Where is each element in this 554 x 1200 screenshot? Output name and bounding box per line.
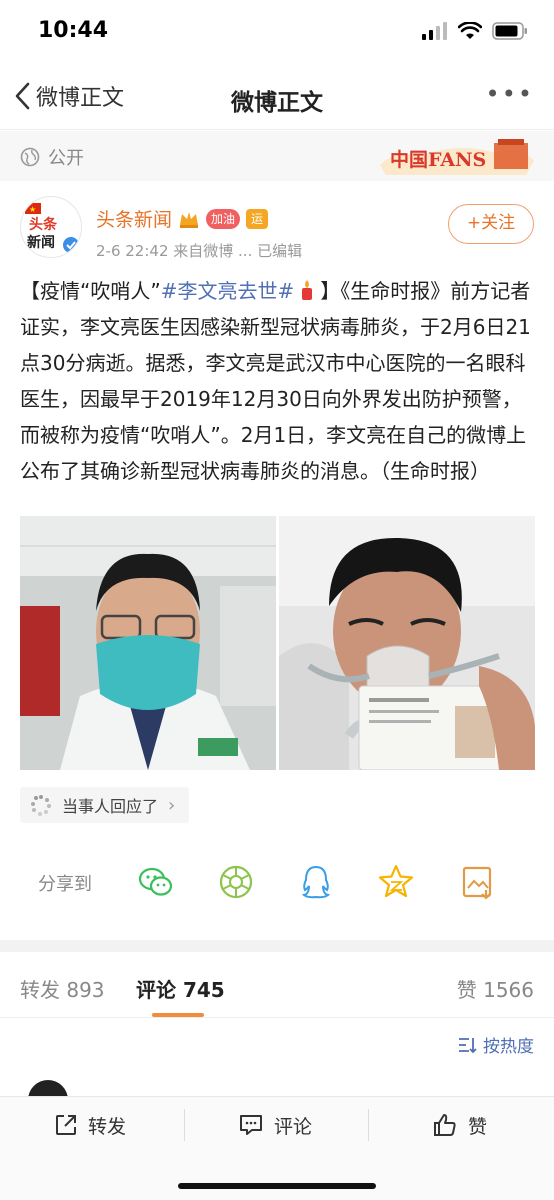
sort-label: 按热度 xyxy=(483,1037,534,1057)
china-fans-banner[interactable]: 中国FANS xyxy=(376,135,536,177)
tab-comment[interactable]: 评论 745 xyxy=(136,974,225,1003)
share-row: 分享到 xyxy=(0,858,554,908)
post-header: ★ 头条 新闻 头条新闻 加油 运 2-6 22:42 来自微博 ... 已编辑… xyxy=(0,190,554,270)
active-tab-indicator xyxy=(152,1013,204,1017)
avatar-text-bottom: 新闻 xyxy=(27,234,55,251)
hashtag-link[interactable]: #李文亮去世# xyxy=(161,279,295,303)
author-info: 头条新闻 加油 运 xyxy=(96,205,269,232)
repost-icon xyxy=(56,1115,76,1135)
wechat-icon[interactable] xyxy=(136,862,176,902)
avatar-logo: ★ 头条 新闻 xyxy=(25,203,79,253)
interaction-tabs: 转发 893 评论 745 赞 1566 xyxy=(0,952,554,1018)
author-name[interactable]: 头条新闻 xyxy=(96,205,172,232)
visibility-indicator: 公开 xyxy=(20,144,84,170)
fan-badge: 加油 xyxy=(206,208,241,229)
sort-toggle[interactable]: 按热度 xyxy=(457,1032,534,1057)
follow-button[interactable]: +关注 xyxy=(448,204,534,244)
page-title: 微博正文 xyxy=(231,90,323,116)
section-divider xyxy=(0,940,554,952)
doctor-masked-photo xyxy=(20,516,276,770)
cellular-signal-icon xyxy=(422,22,447,40)
post-text-part1: 【疫情“吹哨人” xyxy=(20,279,161,303)
toolbar-divider xyxy=(184,1109,185,1141)
post-photo-2[interactable] xyxy=(279,516,535,770)
battery-icon xyxy=(492,22,527,40)
visibility-row: 公开 中国FANS xyxy=(0,131,554,181)
home-indicator[interactable] xyxy=(178,1183,376,1189)
tab-like-count: 1566 xyxy=(483,978,534,1002)
loading-dots-icon xyxy=(31,795,51,816)
qq-icon[interactable] xyxy=(296,862,336,902)
wifi-icon xyxy=(458,22,482,39)
comment-label: 评论 xyxy=(274,1115,313,1138)
tab-comment-count: 745 xyxy=(182,978,225,1002)
navigation-bar: 微博正文 微博正文 ••• xyxy=(0,66,554,130)
status-icons xyxy=(422,22,528,40)
tab-repost-count: 893 xyxy=(66,978,105,1002)
share-label: 分享到 xyxy=(38,874,92,895)
more-button[interactable]: ••• xyxy=(486,80,534,108)
like-label: 赞 xyxy=(468,1115,488,1138)
visibility-label: 公开 xyxy=(48,148,84,169)
toolbar-divider xyxy=(368,1109,369,1141)
comment-icon xyxy=(240,1115,262,1135)
repost-label: 转发 xyxy=(88,1115,127,1138)
svg-text:★: ★ xyxy=(29,205,36,214)
like-button[interactable]: 赞 xyxy=(432,1105,487,1145)
tab-like-label: 赞 xyxy=(456,978,477,1002)
qzone-icon[interactable] xyxy=(376,862,416,902)
banner-text: 中国FANS xyxy=(390,148,486,171)
comment-button[interactable]: 评论 xyxy=(238,1105,312,1145)
status-bar: 10:44 xyxy=(0,0,554,66)
tab-repost-label: 转发 xyxy=(20,978,60,1002)
moments-icon[interactable] xyxy=(216,862,256,902)
candle-emoji-icon xyxy=(302,280,313,300)
vip-crown-icon xyxy=(180,211,199,228)
chevron-right-icon: › xyxy=(168,794,176,816)
avatar-text-top: 头条 xyxy=(29,216,58,233)
sort-icon xyxy=(459,1037,477,1053)
tab-repost[interactable]: 转发 893 xyxy=(20,974,105,1003)
globe-icon xyxy=(20,147,40,167)
save-image-icon[interactable] xyxy=(458,862,498,902)
status-time: 10:44 xyxy=(38,18,109,43)
post-text-part2: 】《生命时报》前方记者证实，李文亮医生因感染新型冠状病毒肺炎，于2月6日21点3… xyxy=(20,279,531,483)
tab-comment-label: 评论 xyxy=(136,978,176,1002)
thumbs-up-icon xyxy=(434,1114,456,1136)
post-meta: 2-6 22:42 来自微博 ... 已编辑 xyxy=(96,242,303,260)
hospital-bed-photo xyxy=(279,516,535,770)
post-photo-1[interactable] xyxy=(20,516,276,770)
related-topic-label: 当事人回应了 xyxy=(62,797,159,816)
repost-button[interactable]: 转发 xyxy=(54,1105,126,1145)
service-badge: 运 xyxy=(246,208,269,229)
post-text: 【疫情“吹哨人”#李文亮去世# 】《生命时报》前方记者证实，李文亮医生因感染新型冠… xyxy=(20,273,538,489)
related-topic-link[interactable]: 当事人回应了 › xyxy=(20,787,190,823)
tab-like[interactable]: 赞 1566 xyxy=(457,974,534,1003)
author-avatar[interactable]: ★ 头条 新闻 xyxy=(20,196,82,258)
bottom-toolbar: 转发 评论 赞 xyxy=(0,1096,554,1200)
